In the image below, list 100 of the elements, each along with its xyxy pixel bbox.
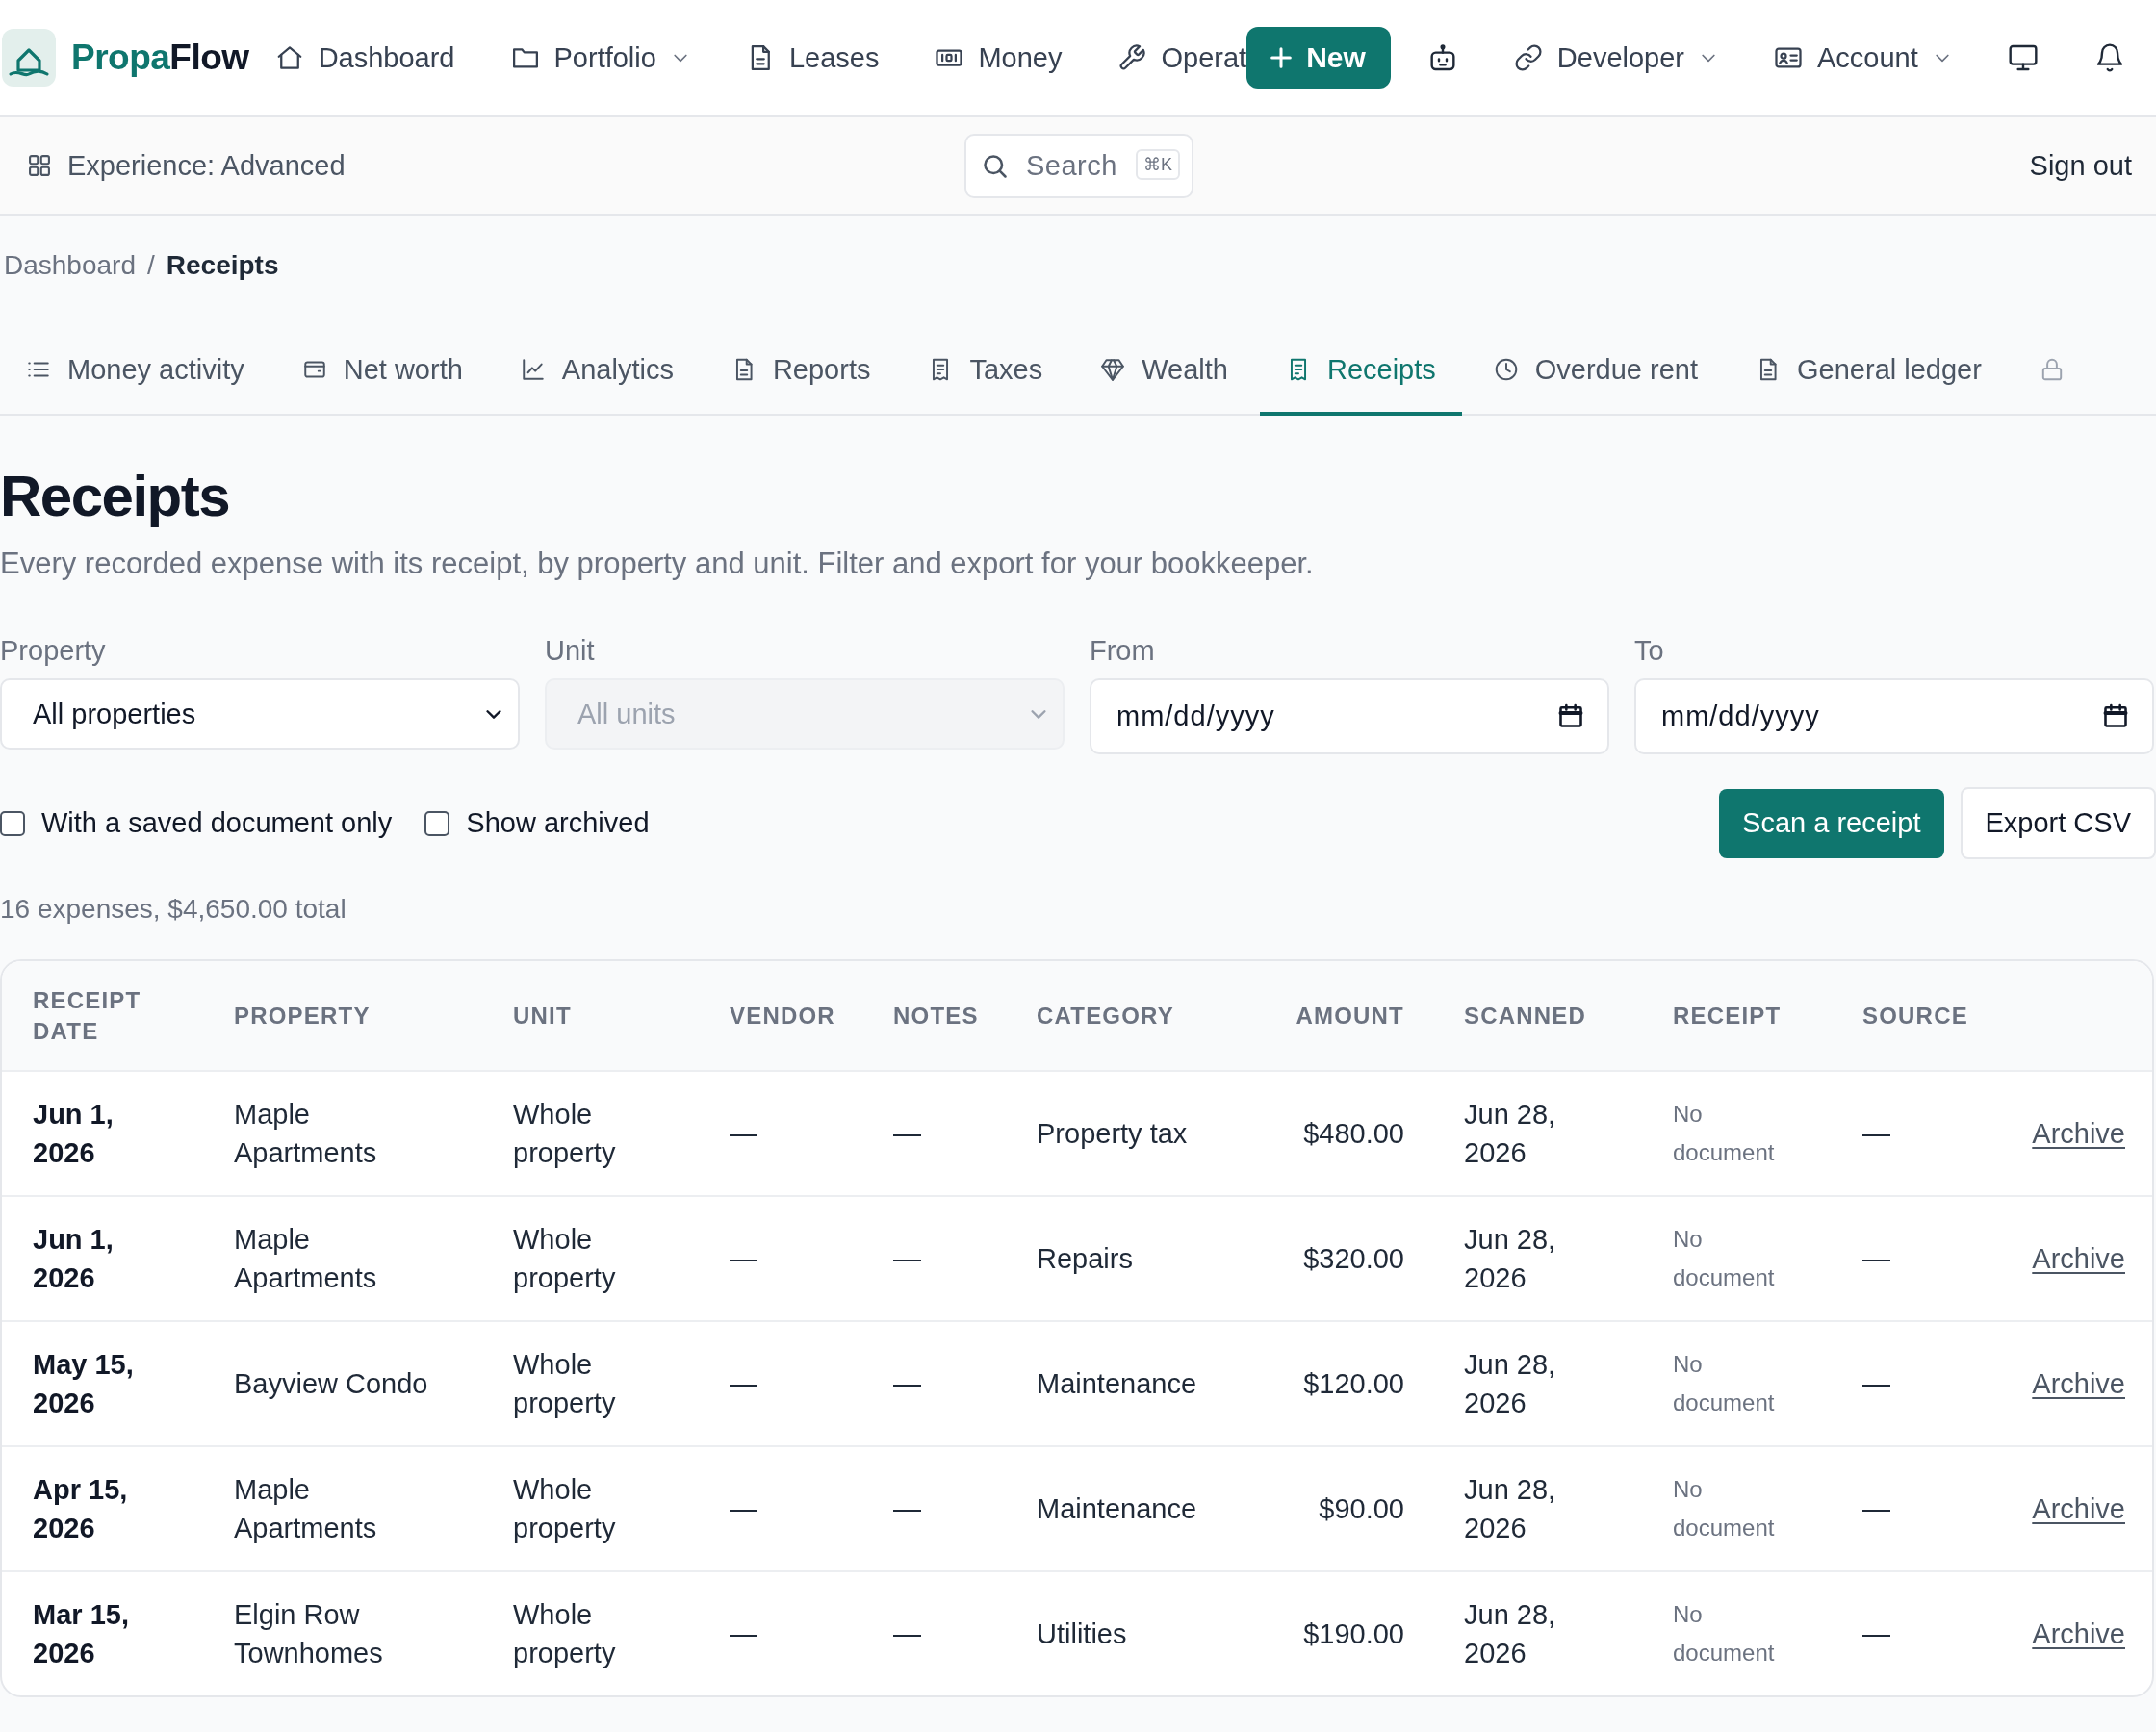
date-field[interactable]: mm/dd/yyyy xyxy=(1090,678,1609,754)
table-cell-text: Whole property xyxy=(513,1348,617,1420)
table-cell-text: Mar 15, 2026 xyxy=(33,1598,130,1670)
table-cell-text: Elgin Row Townhomes xyxy=(234,1598,384,1670)
calendar-icon[interactable] xyxy=(1557,702,1584,729)
column-header: SCANNED xyxy=(1464,1001,1588,1031)
table-cell-text: — xyxy=(893,1492,922,1526)
logo-icon[interactable] xyxy=(2,29,56,87)
gem-icon xyxy=(1100,357,1126,382)
archive-link[interactable]: Archive xyxy=(2032,1617,2125,1650)
table-cell-text: — xyxy=(730,1492,758,1526)
column-header: AMOUNT xyxy=(1295,1001,1405,1031)
table-cell-text: Bayview Condo xyxy=(234,1367,429,1401)
column-header: NOTES xyxy=(893,1001,980,1031)
archive-link[interactable]: Archive xyxy=(2032,1242,2125,1275)
calendar-icon[interactable] xyxy=(2102,702,2129,729)
archive-link[interactable]: Archive xyxy=(2032,1492,2125,1525)
table-cell-text: — xyxy=(1862,1117,1891,1151)
column-header: SOURCE xyxy=(1862,1001,1969,1031)
sign-out-link[interactable]: Sign out xyxy=(2029,149,2132,182)
table-cell-text: Apr 15, 2026 xyxy=(33,1473,129,1545)
table-cell-text: — xyxy=(730,1117,758,1151)
wrench-icon xyxy=(1117,43,1147,72)
breadcrumb-separator: / xyxy=(147,249,155,282)
table-cell-text: — xyxy=(730,1242,758,1276)
nav-link[interactable]: Money xyxy=(935,41,1063,74)
select-field[interactable]: All properties xyxy=(0,678,520,750)
brand-name[interactable]: PropaFlow xyxy=(71,38,249,78)
checkbox[interactable] xyxy=(0,810,25,836)
tab[interactable]: Overdue rent xyxy=(1467,327,1725,416)
tab[interactable]: Wealth xyxy=(1074,327,1254,416)
tab[interactable]: Taxes xyxy=(902,327,1069,416)
breadcrumb-link[interactable]: Receipts xyxy=(166,246,279,285)
table-cell-text: Jun 28, 2026 xyxy=(1464,1348,1557,1420)
table-cell-text: $120.00 xyxy=(1302,1367,1405,1401)
table-cell-text: Jun 1, 2026 xyxy=(33,1223,115,1295)
table-cell-text: Maple Apartments xyxy=(234,1473,378,1545)
search-icon xyxy=(982,152,1009,180)
checkbox-label[interactable]: Show archived xyxy=(466,807,650,839)
tab[interactable]: General ledger xyxy=(1730,327,2008,416)
monitor-icon[interactable] xyxy=(2007,42,2039,73)
new-button[interactable]: New xyxy=(1246,27,1391,89)
table-cell-text: — xyxy=(730,1617,758,1651)
keyboard-shortcut: ⌘K xyxy=(1136,148,1180,180)
table-cell-text: Jun 28, 2026 xyxy=(1464,1473,1557,1545)
table-cell-text: — xyxy=(893,1367,922,1401)
table-cell-text: No document xyxy=(1673,1350,1776,1417)
line-chart-icon xyxy=(520,357,546,382)
tab[interactable]: Analytics xyxy=(494,327,700,416)
table-cell-text: May 15, 2026 xyxy=(33,1348,135,1420)
table-cell-text: $320.00 xyxy=(1302,1242,1405,1276)
column-header: UNIT xyxy=(513,1001,573,1031)
table-cell-text: Maple Apartments xyxy=(234,1223,378,1295)
grid-icon xyxy=(26,152,53,179)
nav-link[interactable]: Operat xyxy=(1117,41,1247,74)
table-cell-text: Whole property xyxy=(513,1098,617,1170)
archive-link[interactable]: Archive xyxy=(2032,1367,2125,1400)
nav-link[interactable]: Account xyxy=(1774,41,1952,74)
table-cell-text: — xyxy=(1862,1492,1891,1526)
checkbox-label[interactable]: With a saved document only xyxy=(41,807,393,839)
nav-link[interactable]: Dashboard xyxy=(274,41,455,74)
export-button[interactable]: Export CSV xyxy=(1960,787,2156,859)
archive-link[interactable]: Archive xyxy=(2032,1117,2125,1150)
clock-icon xyxy=(1493,357,1519,382)
table-cell-text: $480.00 xyxy=(1302,1117,1405,1151)
tab[interactable]: Money activity xyxy=(0,327,270,416)
table-cell-text: $190.00 xyxy=(1302,1617,1405,1651)
experience-button[interactable]: Experience: Advanced xyxy=(26,149,346,182)
checkbox[interactable] xyxy=(424,810,450,836)
nav-link[interactable]: Portfolio xyxy=(510,41,690,74)
table-cell-text: Utilities xyxy=(1037,1617,1128,1651)
table-cell-text: Maple Apartments xyxy=(234,1098,378,1170)
tab[interactable]: Net worth xyxy=(275,327,489,416)
summary-text: 16 expenses, $4,650.00 total xyxy=(0,893,347,926)
column-header: VENDOR xyxy=(730,1001,836,1031)
table-cell-text: Jun 28, 2026 xyxy=(1464,1098,1557,1170)
table-cell-text: Jun 28, 2026 xyxy=(1464,1598,1557,1670)
table-cell-text: — xyxy=(893,1242,922,1276)
table-cell-text: — xyxy=(1862,1367,1891,1401)
column-header: RECEIPT DATE xyxy=(33,985,142,1046)
nav-link[interactable]: Leases xyxy=(745,41,880,74)
table-cell-text: No document xyxy=(1673,1225,1776,1292)
tab[interactable]: Receipts xyxy=(1259,327,1462,416)
field-label: Property xyxy=(0,634,107,668)
field-label: To xyxy=(1634,634,1665,668)
table-cell-text: — xyxy=(1862,1617,1891,1651)
table-cell-text: $90.00 xyxy=(1318,1492,1405,1526)
table-cell-text: No document xyxy=(1673,1475,1776,1542)
scan-button[interactable]: Scan a receipt xyxy=(1719,788,1944,858)
page-title: Receipts xyxy=(0,463,231,530)
table-cell-text: Property tax xyxy=(1037,1117,1189,1151)
date-field[interactable]: mm/dd/yyyy xyxy=(1634,678,2154,754)
tab[interactable]: Reports xyxy=(705,327,897,416)
table-cell-text: Jun 28, 2026 xyxy=(1464,1223,1557,1295)
table-cell-text: Maintenance xyxy=(1037,1492,1198,1526)
table-cell-text: Whole property xyxy=(513,1473,617,1545)
nav-link[interactable]: Developer xyxy=(1513,41,1718,74)
breadcrumb-link[interactable]: Dashboard xyxy=(4,246,136,285)
column-header: RECEIPT xyxy=(1673,1001,1783,1031)
table-cell-text: No document xyxy=(1673,1600,1776,1668)
